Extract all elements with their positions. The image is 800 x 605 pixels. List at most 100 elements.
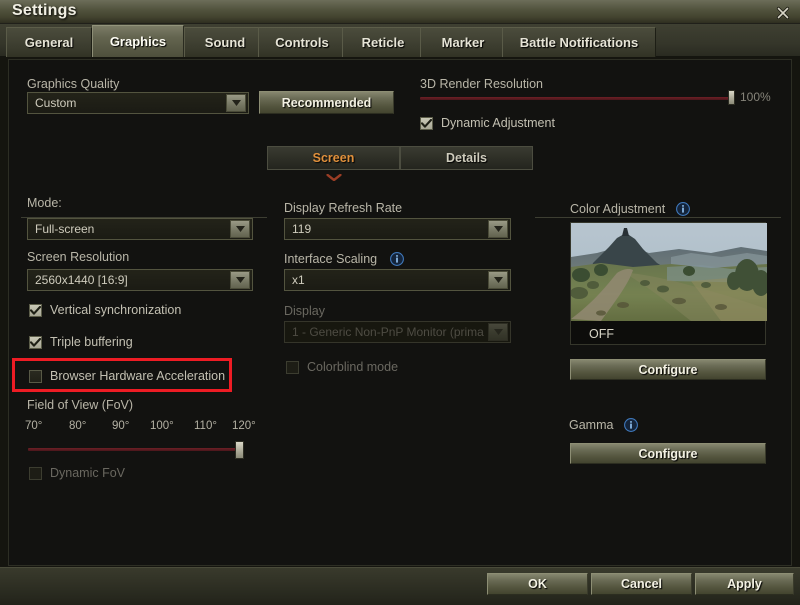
vertical-sync-label: Vertical synchronization <box>50 303 182 317</box>
configure-button-label: Configure <box>638 362 698 377</box>
window-title: Settings <box>12 2 77 19</box>
screen-details-subtabs: Screen Details <box>267 146 533 182</box>
info-icon[interactable] <box>390 252 404 266</box>
tab-label: Controls <box>275 35 329 50</box>
tab-label: Sound <box>204 35 246 50</box>
render-resolution-slider-track[interactable] <box>420 97 732 100</box>
interface-scaling-dropdown[interactable]: x1 <box>284 269 511 291</box>
chevron-down-icon <box>488 220 508 238</box>
refresh-rate-value: 119 <box>292 222 312 236</box>
chevron-down-icon <box>325 170 342 184</box>
display-value: 1 - Generic Non-PnP Monitor (prima <box>292 325 484 339</box>
chevron-down-icon <box>230 220 250 238</box>
screen-resolution-dropdown[interactable]: 2560x1440 [16:9] <box>27 269 253 291</box>
screen-resolution-value: 2560x1440 [16:9] <box>35 273 128 287</box>
color-adjustment-state: OFF <box>589 326 614 341</box>
subtab-label: Details <box>446 151 487 165</box>
checkbox-icon <box>29 466 42 480</box>
screen-resolution-label: Screen Resolution <box>27 250 130 264</box>
checkbox-icon <box>29 369 42 383</box>
ok-button-label: OK <box>528 577 547 591</box>
fov-tick-70: 70° <box>25 420 43 432</box>
recommended-button-label: Recommended <box>281 95 372 110</box>
cancel-button-label: Cancel <box>621 577 662 591</box>
subtab-details[interactable]: Details <box>400 146 533 170</box>
fov-tick-100: 100° <box>150 420 174 432</box>
info-icon[interactable] <box>676 202 690 216</box>
checkbox-icon <box>29 335 42 349</box>
browser-hardware-acceleration-checkbox[interactable]: Browser Hardware Acceleration <box>29 369 225 383</box>
fov-tick-120: 120° <box>232 420 256 432</box>
tab-battle-notifications[interactable]: Battle Notifications <box>502 27 656 57</box>
refresh-rate-dropdown[interactable]: 119 <box>284 218 511 240</box>
recommended-button[interactable]: Recommended <box>259 91 394 114</box>
fov-slider-track[interactable] <box>28 448 244 451</box>
color-adjustment-configure-button[interactable]: Configure <box>570 359 766 380</box>
render-resolution-slider-handle[interactable] <box>728 90 735 105</box>
triple-buffering-checkbox[interactable]: Triple buffering <box>29 335 133 349</box>
tab-sound[interactable]: Sound <box>184 27 266 57</box>
apply-button[interactable]: Apply <box>695 573 794 595</box>
gamma-label: Gamma <box>569 418 614 432</box>
render-resolution-label: 3D Render Resolution <box>420 77 543 91</box>
dynamic-fov-label: Dynamic FoV <box>50 466 126 480</box>
ok-button[interactable]: OK <box>487 573 588 595</box>
tab-graphics[interactable]: Graphics <box>92 25 184 57</box>
settings-window: Settings General Graphics Sound Controls… <box>0 0 800 605</box>
fov-tick-110: 110° <box>194 420 217 432</box>
tab-bar: General Graphics Sound Controls Reticle … <box>0 24 800 57</box>
mode-value: Full-screen <box>35 222 95 236</box>
close-icon-glyph <box>776 6 790 20</box>
interface-scaling-label: Interface Scaling <box>284 252 378 266</box>
chevron-down-icon <box>230 271 250 289</box>
subtab-label: Screen <box>312 151 355 165</box>
subtab-rule-right <box>535 217 781 218</box>
dynamic-adjustment-checkbox[interactable]: Dynamic Adjustment <box>420 116 555 130</box>
gamma-configure-button[interactable]: Configure <box>570 443 766 464</box>
mode-dropdown[interactable]: Full-screen <box>27 218 253 240</box>
landscape-preview-svg <box>571 223 767 321</box>
tab-controls[interactable]: Controls <box>258 27 346 57</box>
refresh-rate-label: Display Refresh Rate <box>284 201 403 215</box>
checkbox-icon <box>420 116 433 130</box>
graphics-quality-value: Custom <box>35 96 77 110</box>
checkbox-icon <box>29 303 42 317</box>
colorblind-mode-label: Colorblind mode <box>307 360 399 374</box>
tab-reticle[interactable]: Reticle <box>342 27 424 57</box>
checkbox-icon <box>286 360 299 374</box>
mode-label: Mode: <box>27 196 62 210</box>
info-icon[interactable] <box>624 418 638 432</box>
graphics-quality-label: Graphics Quality <box>27 77 120 91</box>
vertical-sync-checkbox[interactable]: Vertical synchronization <box>29 303 181 317</box>
display-label: Display <box>284 304 325 318</box>
display-dropdown: 1 - Generic Non-PnP Monitor (prima <box>284 321 511 343</box>
apply-button-label: Apply <box>727 577 762 591</box>
subtab-screen[interactable]: Screen <box>267 146 400 182</box>
landscape-preview-image <box>571 223 767 321</box>
graphics-quality-dropdown[interactable]: Custom <box>27 92 249 114</box>
fov-tick-90: 90° <box>112 420 130 432</box>
fov-slider-handle[interactable] <box>235 441 244 459</box>
color-adjustment-preview[interactable]: OFF <box>570 222 767 345</box>
dynamic-fov-checkbox[interactable]: Dynamic FoV <box>29 466 125 480</box>
tab-label: General <box>24 35 74 50</box>
color-adjustment-label: Color Adjustment <box>570 202 666 216</box>
chevron-down-icon <box>488 271 508 289</box>
tab-marker[interactable]: Marker <box>420 27 506 57</box>
triple-buffering-label: Triple buffering <box>50 335 133 349</box>
tab-label: Reticle <box>361 35 405 50</box>
render-resolution-value: 100% <box>740 90 771 104</box>
chevron-down-icon <box>226 94 246 112</box>
title-bar: Settings <box>0 0 800 24</box>
fov-label: Field of View (FoV) <box>27 398 134 412</box>
close-icon[interactable] <box>772 3 794 23</box>
tab-label: Graphics <box>109 34 167 49</box>
colorblind-mode-checkbox[interactable]: Colorblind mode <box>286 360 398 374</box>
chevron-down-icon <box>488 323 508 341</box>
dynamic-adjustment-label: Dynamic Adjustment <box>441 116 555 130</box>
tab-general[interactable]: General <box>6 27 92 57</box>
cancel-button[interactable]: Cancel <box>591 573 692 595</box>
interface-scaling-value: x1 <box>292 273 305 287</box>
fov-tick-80: 80° <box>69 420 87 432</box>
tab-label: Marker <box>441 35 485 50</box>
